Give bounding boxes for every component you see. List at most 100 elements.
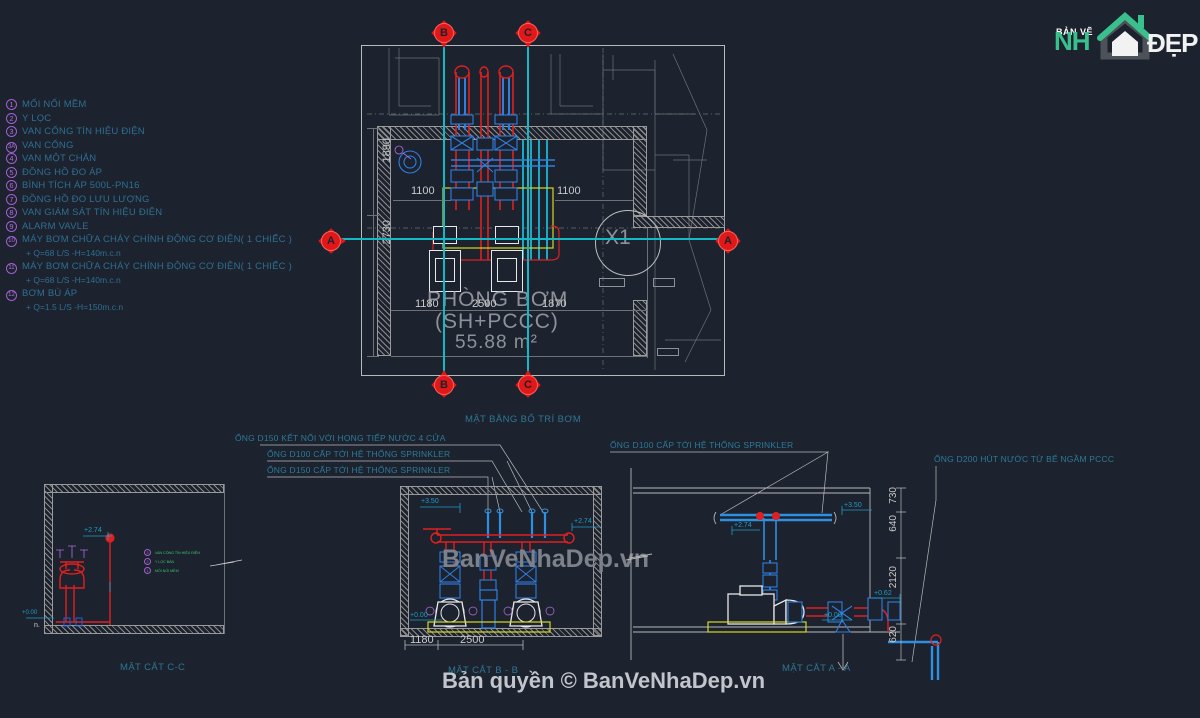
legend-item: 7 ĐỒNG HỒ ĐO LƯU LƯỢNG (6, 193, 296, 207)
legend-item: 1 MỐI NỐI MỀM (6, 98, 296, 112)
plan-dim-tick-2 (367, 215, 379, 216)
plan-dim-left-bottom: 2730 (381, 220, 393, 245)
copyright-watermark: Bản quyền © BanVeNhaDep.vn (442, 668, 766, 693)
aa-elev-b: +2.74 (734, 522, 752, 529)
legend-label: BƠM BÙ ÁP (22, 288, 78, 299)
legend-item: 12 BƠM BÙ ÁP (6, 287, 296, 301)
legend-item: 3 VAN CỔNG TÍN HIỆU ĐIỆN (6, 125, 296, 139)
plan-shaft-box-1 (599, 278, 625, 287)
aa-structure (610, 451, 942, 680)
legend-number: 4 (6, 152, 22, 166)
legend-number: 1 (6, 98, 22, 112)
plan-dim-tick-1 (367, 128, 379, 129)
legend-label: VAN CỔNG TÍN HIỆU ĐIỆN (22, 126, 145, 137)
legend-item: 9 ALARM VAVLE (6, 220, 296, 234)
legend-item: 10 MÁY BƠM CHỮA CHÁY CHÍNH ĐỘNG CƠ ĐIỆN(… (6, 233, 296, 247)
legend-sublabel: + Q=68 L/S -H=140m.c.n (26, 274, 121, 285)
plan-title: MẶT BẰNG BỐ TRÍ BƠM (465, 414, 582, 425)
legend-number: 10 (6, 233, 22, 247)
legend-label: VAN GIÁM SÁT TÍN HIỆU ĐIỆN (22, 207, 163, 218)
cc-elev-top: +2.74 (84, 527, 102, 534)
section-marker-c-bottom[interactable]: C (515, 370, 541, 398)
cc-note-item: 2 Y LỌC BẨN (144, 557, 200, 566)
cc-elev-bottom: +0.00 (22, 610, 38, 616)
section-aa-title: MẶT CẮT A - A (782, 663, 851, 674)
legend-panel: 1 MỐI NỐI MỀM 2 Y LỌC 3 VAN CỔNG TÍN HIỆ… (6, 98, 296, 314)
plan-cut-line-b (443, 32, 445, 384)
plan-cut-line-a (330, 238, 738, 240)
legend-number: 5 (6, 166, 22, 180)
cc-floor-note: n. (34, 622, 40, 629)
section-marker-b-bottom[interactable]: B (431, 370, 457, 398)
bb-elev-top: +3.50 (421, 498, 439, 505)
legend-label: BÌNH TÍCH ÁP 500L-PN16 (22, 180, 140, 191)
legend-label: ĐỒNG HỒ ĐO LƯU LƯỢNG (22, 193, 150, 205)
legend-number: 11 (6, 260, 22, 274)
legend-label: MÁY BƠM CHỮA CHÁY CHÍNH ĐỘNG CƠ ĐIỆN( 1 … (22, 261, 292, 272)
legend-item: 2 Y LỌC (6, 112, 296, 126)
legend-item: 3A VAN CỔNG (6, 139, 296, 153)
legend-label: VAN CỔNG (22, 139, 74, 151)
legend-number: 3A (6, 139, 22, 153)
aa-elev-d: +0.00 (824, 612, 842, 619)
legend-item: 4 VAN MỘT CHẮN (6, 152, 296, 166)
legend-label: ĐỒNG HỒ ĐO ÁP (22, 166, 103, 178)
cc-note-item: 1 MỐI NỐI MỀM (144, 566, 200, 575)
plan-dim-tick-3 (367, 356, 379, 357)
aa-elev-c: +0.62 (874, 590, 892, 597)
aa-dim-2120: 2120 (888, 566, 899, 589)
section-marker-a-right[interactable]: A (715, 228, 741, 254)
plan-shaft-box-3 (657, 348, 679, 356)
cc-note-item: 3 VAN CỔNG TÍN HIỆU ĐIỆN (144, 548, 200, 557)
section-cc-view: +2.74 +0.00 n. 3 VAN CỔNG TÍN HIỆU ĐIỆN … (20, 470, 270, 690)
legend-number: 8 (6, 206, 22, 220)
bb-dim-2: 2500 (460, 634, 485, 646)
logo-nh-text: NH (1054, 26, 1091, 56)
plan-dim-line-bottom (391, 310, 647, 311)
aa-dim-640: 640 (888, 515, 899, 532)
plan-dim-bottom-1: 1180 (415, 298, 439, 310)
legend-label: VAN MỘT CHẮN (22, 153, 97, 164)
logo-dep-text: ĐẸP (1147, 28, 1198, 58)
legend-item: 6 BÌNH TÍCH ÁP 500L-PN16 (6, 179, 296, 193)
plan-dim-line-vert (373, 128, 374, 356)
cc-piping (26, 532, 243, 627)
cad-drawing-canvas: BẢN VẼ NH ĐẸP 1 MỐI NỐI MỀM 2 Y LỌC 3 VA… (0, 0, 1200, 718)
plan-cut-line-c (527, 32, 529, 384)
plan-dim-line-h2 (555, 200, 633, 201)
plan-shaft-box-2 (653, 278, 675, 287)
plan-dim-bottom-2: 2500 (472, 298, 497, 310)
aa-dim-620: 620 (888, 626, 899, 643)
legend-label: MÁY BƠM CHỮA CHÁY CHÍNH ĐỘNG CƠ ĐIỆN( 1 … (22, 234, 292, 245)
bb-elev-base: +0.00 (410, 612, 428, 619)
legend-label: ALARM VAVLE (22, 220, 89, 232)
section-marker-b-top[interactable]: B (431, 20, 457, 48)
legend-label: MỐI NỐI MỀM (22, 99, 87, 110)
legend-number: 2 (6, 112, 22, 126)
legend-sublabel: + Q=1.5 L/S -H=150m.c.n (26, 301, 124, 312)
plan-dim-left-top: 1890 (381, 138, 393, 163)
aa-dim-730: 730 (888, 487, 899, 504)
legend-number: 7 (6, 193, 22, 207)
plan-dim-inner-left: 1100 (411, 185, 435, 197)
section-aa-view: ỐNG D100 CẤP TỚI HỆ THỐNG SPRINKLER ỐNG … (600, 430, 1114, 690)
site-logo[interactable]: BẢN VẼ NH ĐẸP (1054, 6, 1198, 62)
legend-item: 8 VAN GIÁM SÁT TÍN HIỆU ĐIỆN (6, 206, 296, 220)
legend-sublabel: + Q=68 L/S -H=140m.c.n (26, 247, 121, 258)
plan-room-area: 55.88 m² (455, 332, 538, 353)
section-cc-title: MẶT CẮT C-C (120, 662, 186, 673)
legend-number: 12 (6, 287, 22, 301)
aa-elev-a: +3.50 (844, 502, 862, 509)
legend-number: 6 (6, 179, 22, 193)
plan-dim-inner-right: 1100 (557, 185, 581, 197)
cc-note-list: 3 VAN CỔNG TÍN HIỆU ĐIỆN 2 Y LỌC BẨN 1 M… (144, 548, 200, 575)
section-marker-c-top[interactable]: C (515, 20, 541, 48)
bb-elev-right: +2.74 (574, 518, 592, 525)
bb-dim-1: 1180 (410, 634, 434, 646)
plan-dim-bottom-3: 1870 (542, 298, 567, 310)
legend-number: 3 (6, 125, 22, 139)
section-marker-a-left[interactable]: A (318, 228, 346, 254)
plan-room-sub: (SH+PCCC) (435, 310, 559, 333)
floor-plan-view: X1 PHÒNG BƠM (SH+PCCC) 55.88 m² 1890 273… (330, 10, 738, 425)
legend-number: 9 (6, 220, 22, 234)
